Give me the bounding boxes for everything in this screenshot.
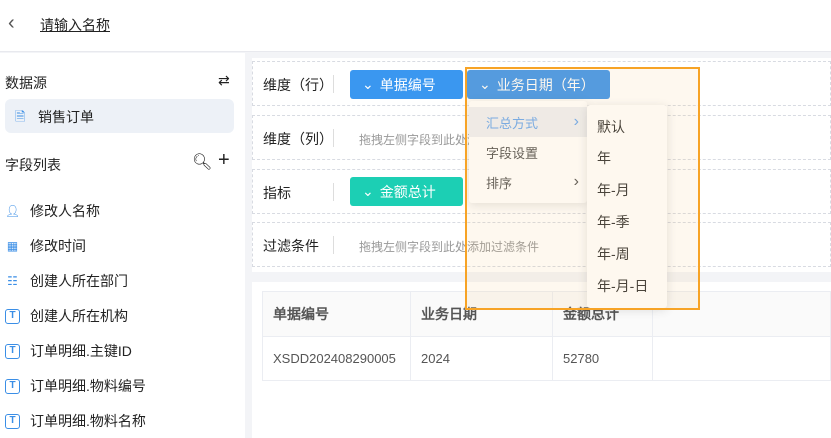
document-icon: 🗎: [15, 109, 26, 124]
cols-label: 维度（列）: [263, 131, 333, 147]
row-pill-doc-no[interactable]: ⌄ 单据编号: [350, 70, 463, 99]
table-row: XSDD202408290005 2024 52780: [262, 336, 831, 381]
field-item[interactable]: T 订单明细.物料编号: [5, 375, 146, 397]
field-label: 修改人名称: [30, 203, 100, 219]
field-label: 订单明细.物料编号: [30, 378, 146, 394]
chevron-down-icon: ⌄: [362, 183, 374, 199]
cell: XSDD202408290005: [262, 336, 411, 381]
metrics-label: 指标: [263, 185, 291, 201]
metric-pill[interactable]: ⌄ 金额总计: [350, 177, 463, 206]
divider: [333, 236, 334, 254]
filter-label: 过滤条件: [263, 238, 319, 254]
add-field-icon[interactable]: +: [218, 149, 230, 172]
pill-label: 金额总计: [379, 183, 436, 200]
cell: [652, 336, 831, 381]
field-label: 创建人所在部门: [30, 273, 128, 289]
fields-label: 字段列表: [5, 157, 61, 173]
field-item[interactable]: T 创建人所在机构: [5, 305, 128, 327]
user-icon: 👤︎: [4, 204, 21, 218]
text-icon: T: [5, 378, 20, 394]
field-item[interactable]: T 订单明细.物料名称: [5, 410, 146, 432]
org-icon: ☷: [7, 274, 18, 288]
field-label: 订单明细.主键ID: [30, 343, 132, 359]
column-header[interactable]: 单据编号: [262, 291, 411, 337]
switch-datasource-icon[interactable]: ⇄: [218, 72, 230, 89]
calendar-icon: ▦: [6, 239, 19, 253]
highlight-box: [465, 67, 700, 310]
back-icon[interactable]: ‹: [8, 12, 15, 35]
field-label: 修改时间: [30, 238, 86, 254]
divider: [333, 75, 334, 93]
datasource-label: 数据源: [5, 75, 47, 91]
field-item[interactable]: T 订单明细.主键ID: [5, 340, 132, 362]
text-icon: T: [5, 413, 20, 429]
cell: 2024: [410, 336, 553, 381]
chevron-down-icon: ⌄: [362, 76, 374, 92]
field-label: 订单明细.物料名称: [30, 413, 146, 429]
field-item[interactable]: 👤︎ 修改人名称: [5, 200, 100, 222]
header: ‹ 请输入名称: [0, 0, 831, 52]
text-icon: T: [5, 343, 20, 359]
divider: [333, 183, 334, 201]
datasource-item[interactable]: 🗎 销售订单: [5, 99, 234, 133]
pill-label: 单据编号: [379, 76, 436, 93]
text-icon: T: [5, 308, 20, 324]
field-label: 创建人所在机构: [30, 308, 128, 324]
divider: [333, 129, 334, 147]
report-name-input[interactable]: 请输入名称: [40, 15, 110, 35]
field-item[interactable]: ▦ 修改时间: [5, 235, 86, 257]
search-icon[interactable]: 🔍︎: [192, 152, 212, 172]
cell: 52780: [552, 336, 653, 381]
field-item[interactable]: ☷ 创建人所在部门: [5, 270, 128, 292]
datasource-name: 销售订单: [38, 109, 94, 125]
rows-label: 维度（行）: [263, 77, 333, 93]
